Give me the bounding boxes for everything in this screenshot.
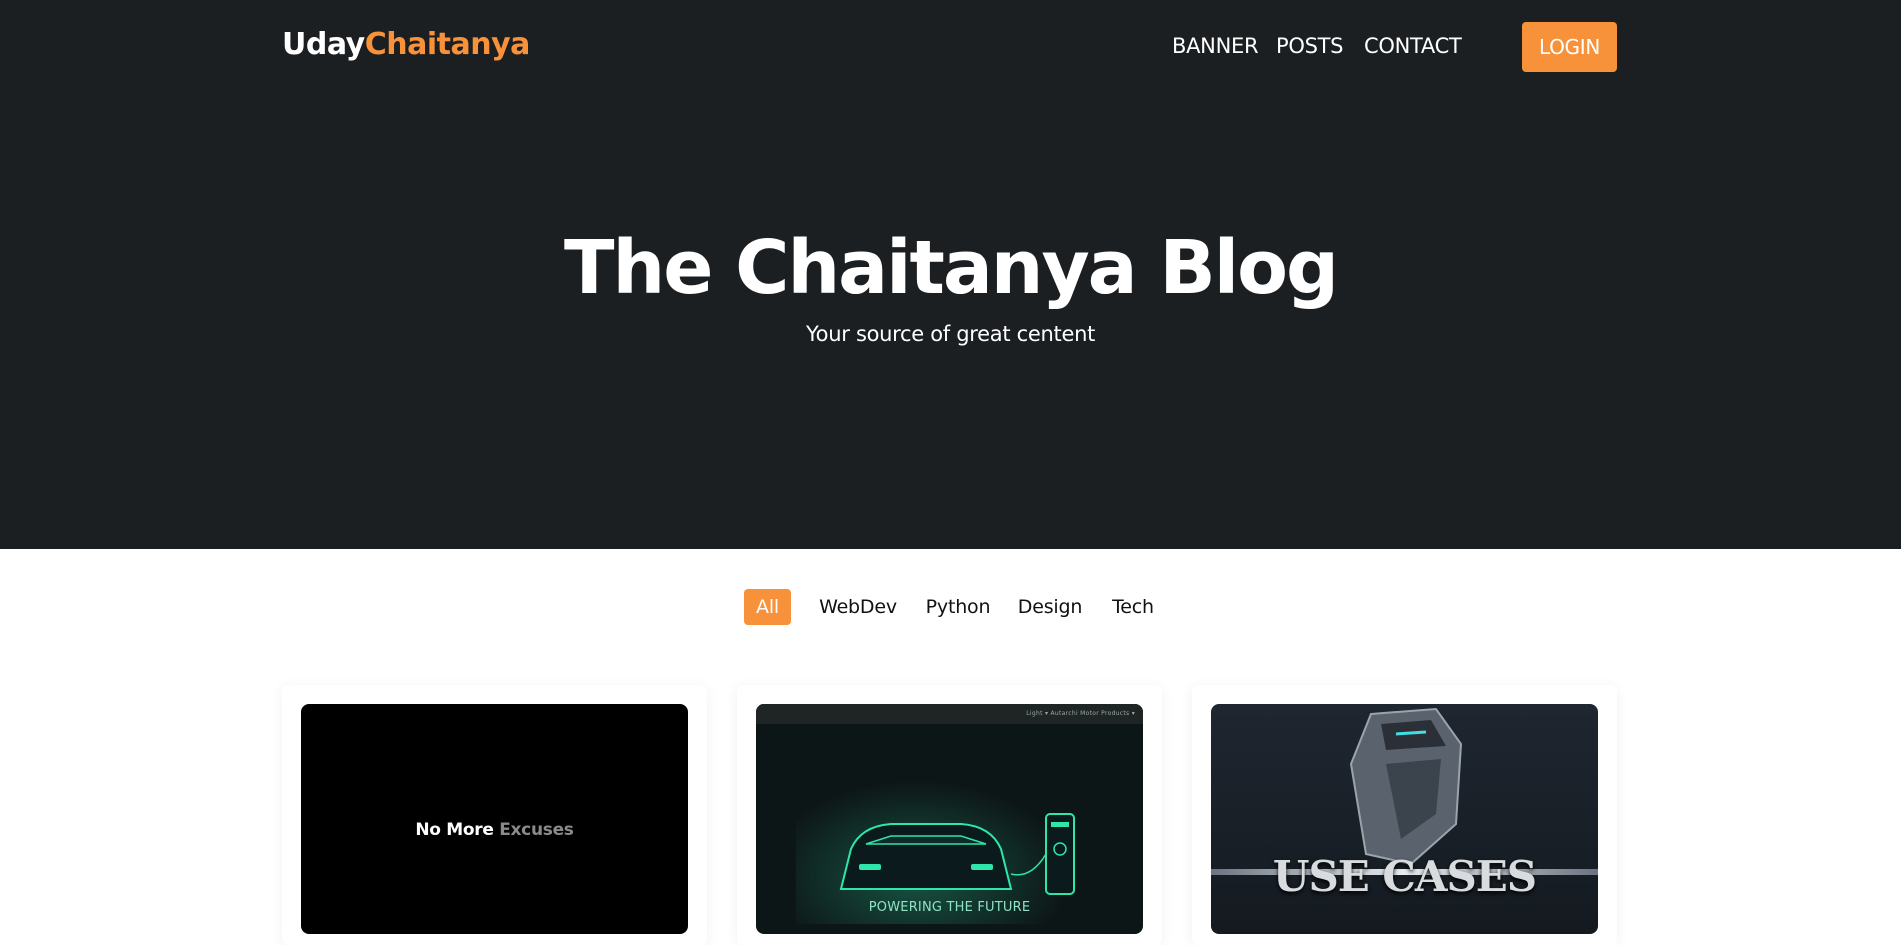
thumbnail-text-fade: Excuses <box>499 820 574 840</box>
ev-car-illustration <box>839 813 1075 895</box>
post-card[interactable]: Light ▾ Autarchi Motor Products ▾ POWERI… <box>737 685 1162 945</box>
login-button[interactable]: LOGIN <box>1522 22 1617 72</box>
thumbnail-caption: USE CASES <box>1272 852 1537 901</box>
thumbnail-caption: POWERING THE FUTURE <box>868 900 1031 915</box>
post-card[interactable]: No More Excuses <box>282 685 707 945</box>
thumbnail-text-main: No More <box>415 820 500 840</box>
nav-link-posts[interactable]: POSTS <box>1276 34 1343 60</box>
nav-link-banner[interactable]: BANNER <box>1172 34 1259 60</box>
hero-banner: UdayChaitanya BANNER POSTS CONTACT LOGIN… <box>0 0 1901 549</box>
post-thumbnail[interactable]: No More Excuses <box>301 704 688 934</box>
logo-text-accent: Chaitanya <box>364 27 531 62</box>
nav-link-contact[interactable]: CONTACT <box>1364 34 1462 60</box>
filter-chip-all[interactable]: All <box>744 589 791 625</box>
post-card[interactable]: USE CASES <box>1192 685 1617 945</box>
post-thumbnail[interactable]: Light ▾ Autarchi Motor Products ▾ POWERI… <box>756 704 1143 934</box>
thumbnail-topbar-text: Light ▾ Autarchi Motor Products ▾ <box>1026 710 1135 717</box>
filter-chip-python[interactable]: Python <box>922 589 994 625</box>
page-subtitle: Your source of great centent <box>805 322 1096 346</box>
filter-chip-design[interactable]: Design <box>1016 589 1084 625</box>
filter-chip-tech[interactable]: Tech <box>1107 589 1159 625</box>
thumbnail-topbar: Light ▾ Autarchi Motor Products ▾ <box>756 704 1143 724</box>
site-logo[interactable]: UdayChaitanya <box>282 27 530 62</box>
logo-text-primary: Uday <box>282 27 365 62</box>
post-thumbnail[interactable]: USE CASES <box>1211 704 1598 934</box>
filter-chip-webdev[interactable]: WebDev <box>818 589 898 625</box>
category-filter-bar: All WebDev Python Design Tech <box>0 589 1901 625</box>
thumbnail-text: No More Excuses <box>301 820 688 840</box>
page-title: The Chaitanya Blog <box>564 225 1339 311</box>
